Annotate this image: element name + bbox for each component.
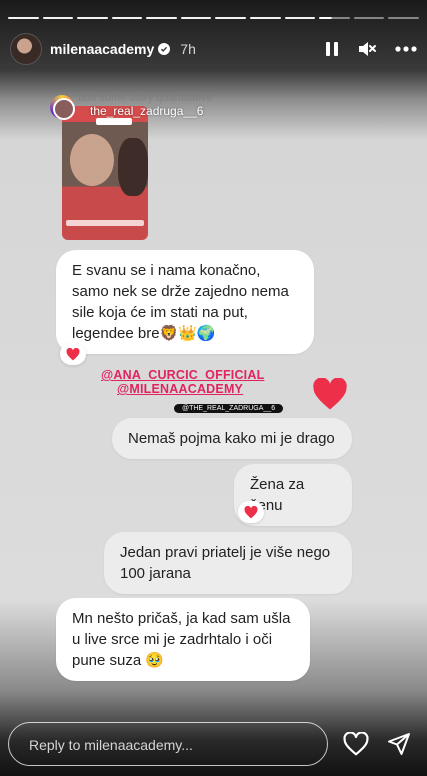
- progress-segment: [215, 17, 247, 19]
- send-icon[interactable]: [387, 732, 411, 756]
- progress-segment: [388, 17, 419, 19]
- story-viewer[interactable]: milenaacademy 7h add some story quantita…: [0, 0, 427, 776]
- progress-segment: [284, 17, 316, 19]
- like-heart-icon[interactable]: [343, 732, 369, 756]
- mention-line: @MILENAACADEMY: [117, 382, 244, 396]
- heart-reaction: [238, 501, 264, 523]
- thumbnail-sticker: [96, 118, 132, 125]
- progress-segment: [146, 17, 177, 19]
- avatar[interactable]: [10, 33, 42, 65]
- username[interactable]: milenaacademy: [50, 41, 154, 57]
- heart-reaction: [60, 343, 86, 365]
- message-bubble: Nemaš pojma kako mi je drago: [112, 418, 352, 459]
- progress-segment: [8, 17, 39, 19]
- story-ring-avatar: [50, 95, 75, 120]
- mention-tag[interactable]: @THE_REAL_ZADRUGA__6: [174, 404, 284, 413]
- mention-sticker[interactable]: @ANA_CURCIC_OFFICIAL @MILENAACADEMY: [101, 368, 264, 396]
- thumbnail-person: [118, 138, 148, 196]
- story-actions: [343, 732, 411, 756]
- faded-caption: add some story quantitative: [78, 92, 213, 104]
- verified-badge-icon: [158, 43, 171, 55]
- reply-input[interactable]: Reply to milenaacademy...: [8, 722, 328, 766]
- post-time: 7h: [180, 41, 196, 57]
- mention-line: @ANA_CURCIC_OFFICIAL: [101, 368, 265, 382]
- progress-segment: [353, 17, 385, 19]
- progress-segment-current: [319, 17, 350, 19]
- progress-segment: [180, 17, 212, 19]
- pause-icon[interactable]: [325, 41, 339, 57]
- heart-icon: [66, 347, 80, 360]
- message-bubble: Mn nešto pričaš, ja kad sam ušla u live …: [56, 598, 310, 681]
- progress-segment: [111, 17, 143, 19]
- thumbnail-caption: [66, 220, 144, 226]
- story-content: add some story quantitative the_real_zad…: [40, 88, 385, 688]
- shared-story-handle: the_real_zadruga__6: [90, 104, 204, 118]
- heart-sticker-icon: [313, 378, 347, 410]
- message-bubble: E svanu se i nama konačno, samo nek se d…: [56, 250, 314, 354]
- progress-segment: [77, 17, 108, 19]
- story-progress-bar: [8, 17, 419, 19]
- story-header: milenaacademy 7h: [10, 32, 417, 66]
- heart-icon: [244, 505, 258, 518]
- progress-segment: [42, 17, 74, 19]
- mute-icon[interactable]: [357, 40, 377, 58]
- shared-story-thumbnail[interactable]: [62, 106, 148, 240]
- message-bubble: Jedan pravi priatelj je više nego 100 ja…: [104, 532, 352, 594]
- thumbnail-person: [70, 134, 114, 186]
- more-options-icon[interactable]: [395, 46, 417, 52]
- progress-segment: [250, 17, 281, 19]
